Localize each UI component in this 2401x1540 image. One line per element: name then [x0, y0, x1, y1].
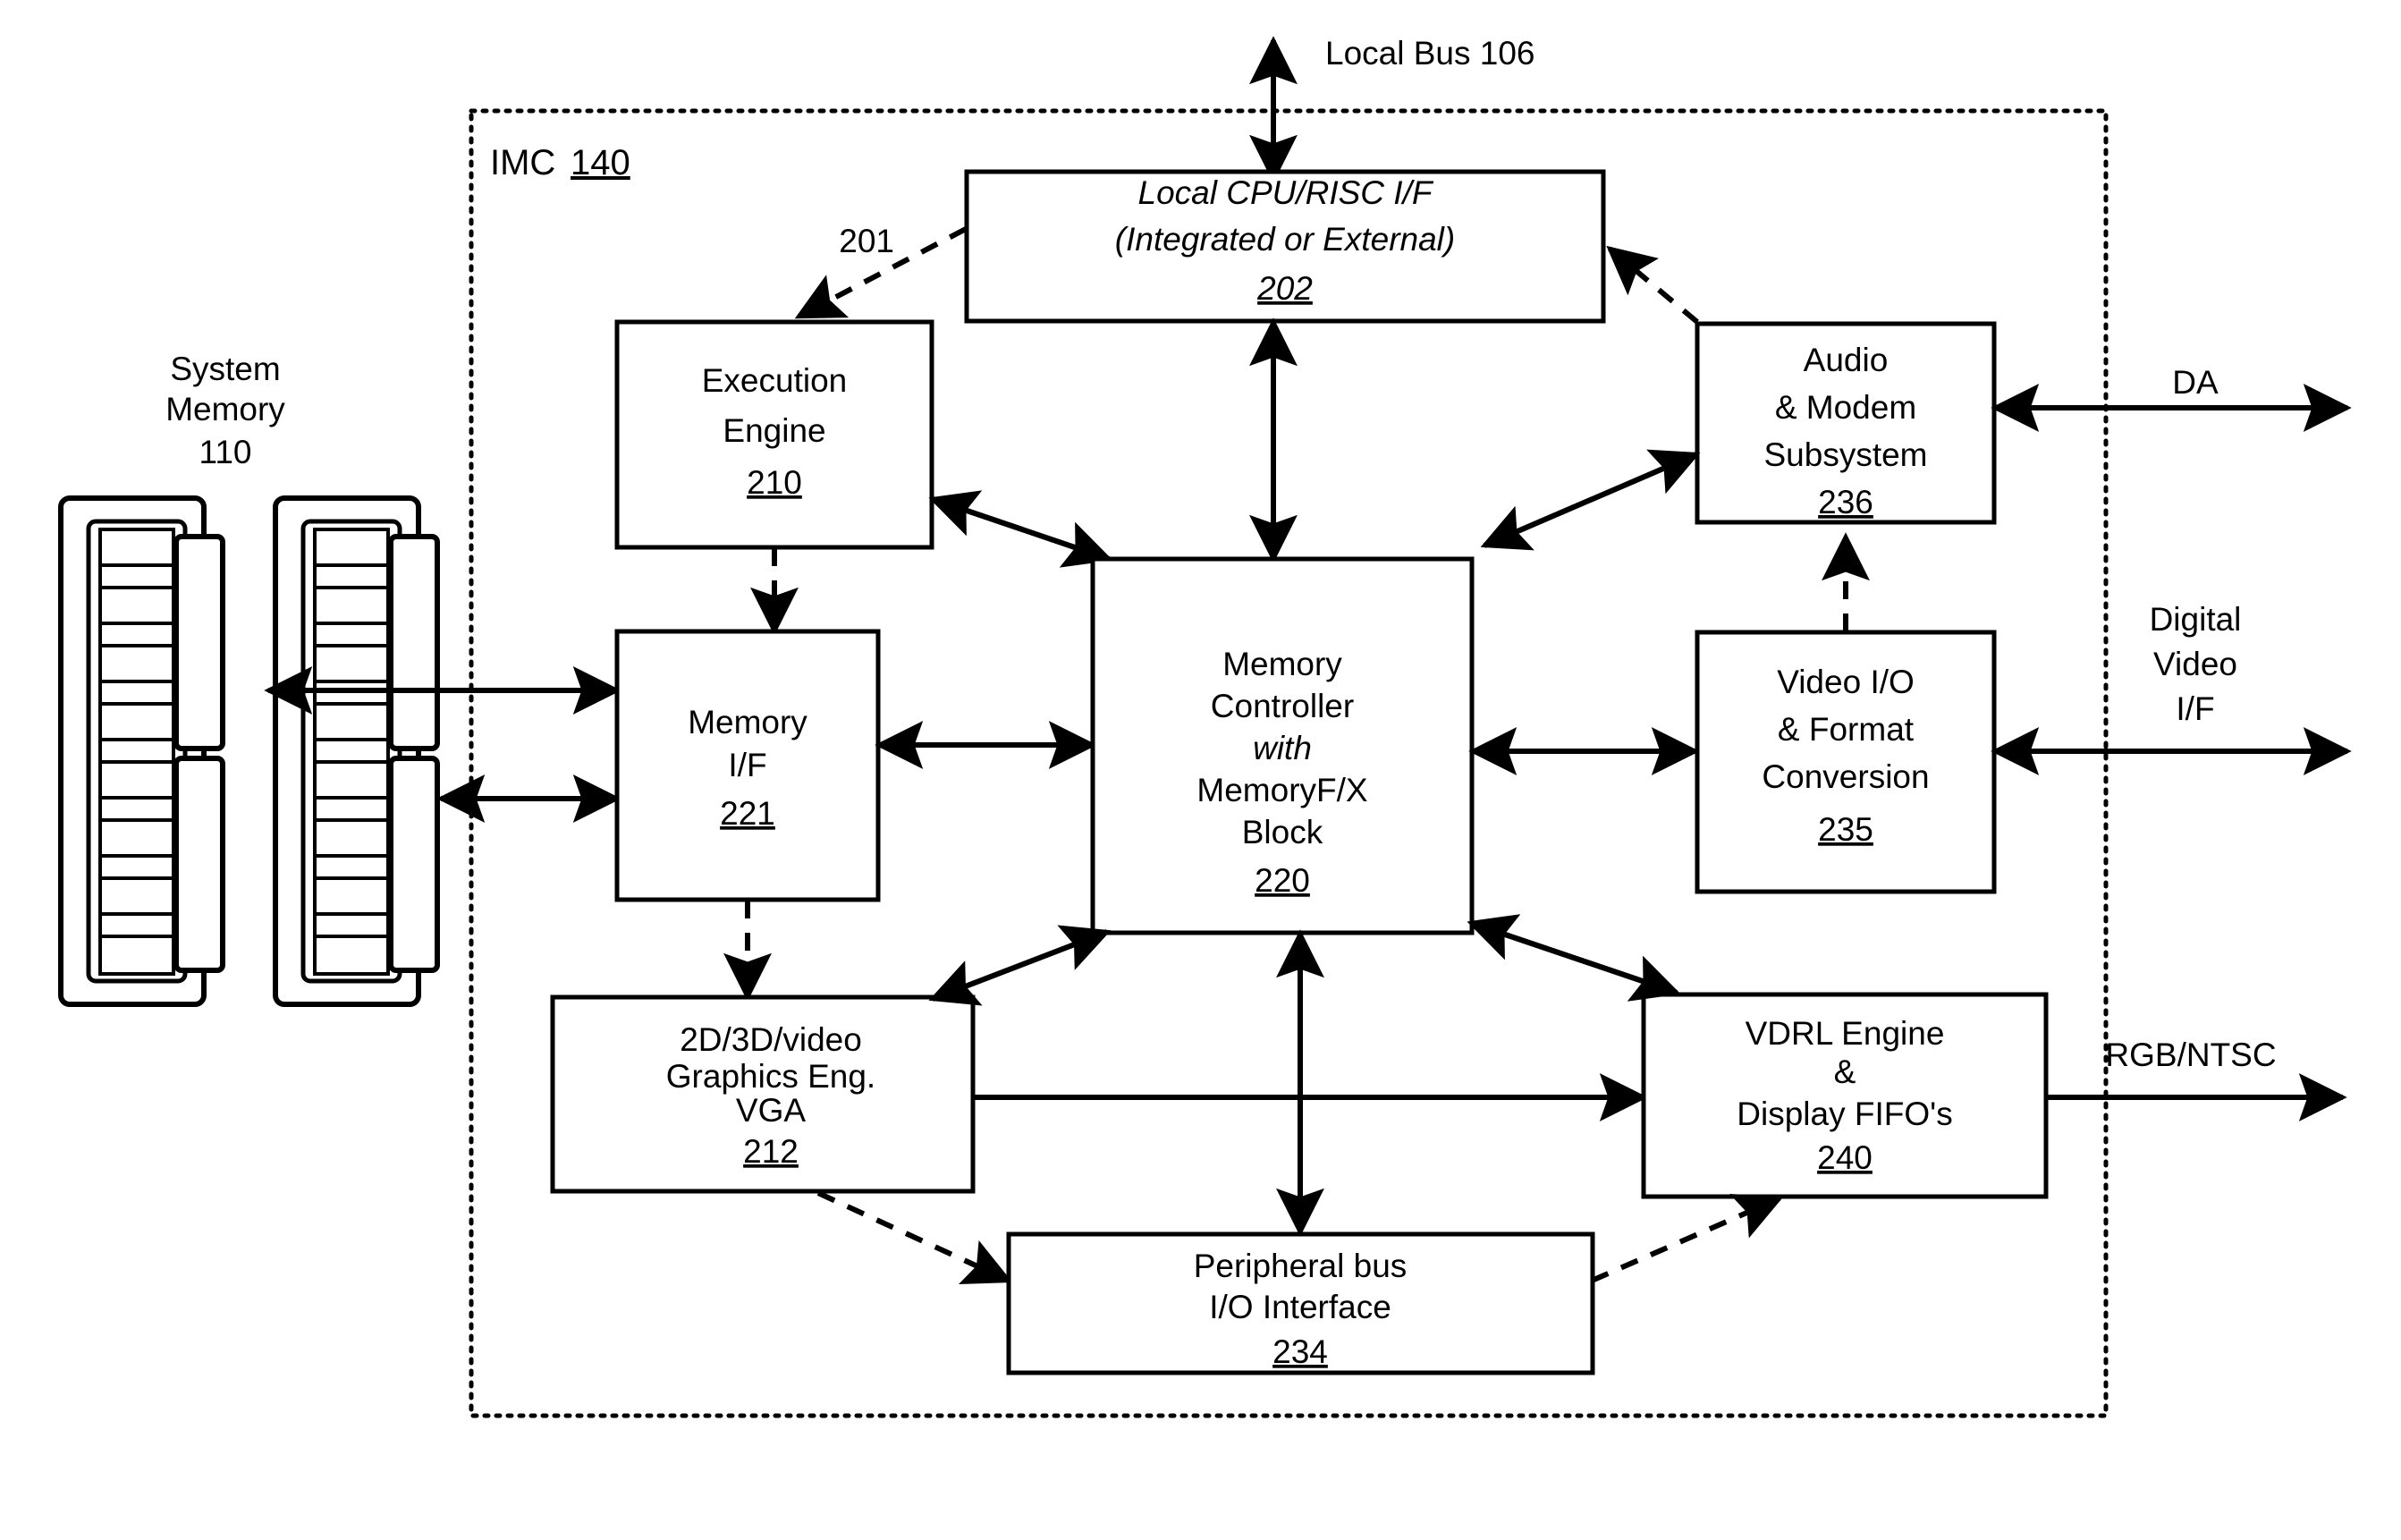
cpu-if-ref: 202: [1256, 270, 1313, 307]
video-io-label-line2: & Format: [1778, 711, 1915, 748]
rgb-ntsc-label: RGB/NTSC: [2105, 1037, 2276, 1073]
execution-engine-label-line2: Engine: [723, 412, 825, 449]
system-memory-label-line1: System: [170, 351, 280, 387]
da-port-label: DA: [2172, 364, 2219, 401]
video-io-label-line3: Conversion: [1762, 758, 1929, 795]
simm-module-1: [58, 495, 225, 1007]
graphics-to-peripheral-dashed-line: [816, 1190, 1013, 1284]
imc-boundary-label: IMC: [490, 143, 555, 182]
graphics-to-mc-arrow-back: [928, 929, 1109, 1006]
block-video-io-format-conversion[interactable]: Video I/O & Format Conversion 235: [1695, 630, 1997, 894]
peripheral-to-vdrl-dashed-line: [1590, 1194, 1784, 1283]
block-audio-modem-subsystem[interactable]: Audio & Modem Subsystem 236: [1695, 321, 1997, 525]
figure-canvas: System Memory 110 IMC 140 Local Bus 106 …: [0, 0, 2401, 1540]
peripheral-bus-label-line2: I/O Interface: [1209, 1289, 1391, 1325]
graphics-engine-ref: 212: [743, 1133, 799, 1170]
vdrl-label-line3: Display FIFO's: [1737, 1096, 1952, 1132]
peripheral-bus-label-line1: Peripheral bus: [1194, 1248, 1408, 1284]
video-io-ref: 235: [1818, 811, 1873, 848]
audio-modem-ref: 236: [1818, 484, 1873, 520]
cpu-if-label-line1: Local CPU/RISC I/F: [1138, 174, 1434, 211]
block-memory-controller[interactable]: Memory Controller with MemoryF/X Block 2…: [1090, 556, 1475, 935]
memory-controller-label-line2: Controller: [1211, 688, 1354, 724]
digital-video-label-line1: Digital: [2150, 601, 2242, 638]
digital-video-label-line3: I/F: [2176, 690, 2214, 727]
memory-controller-label-line1: Memory: [1222, 646, 1342, 682]
memory-controller-label-line4: MemoryF/X: [1196, 772, 1367, 808]
video-io-label-line1: Video I/O: [1777, 664, 1915, 700]
memory-if-label-line1: Memory: [688, 704, 807, 740]
memory-controller-label-line3: with: [1253, 730, 1312, 766]
memory-controller-ref: 220: [1255, 862, 1310, 899]
peripheral-bus-ref: 234: [1272, 1333, 1328, 1370]
audio-to-cpu-dashed-line: [1606, 245, 1699, 325]
system-memory-ref: 110: [199, 434, 252, 470]
vdrl-ref: 240: [1817, 1139, 1873, 1176]
memory-controller-label-line5: Block: [1242, 814, 1323, 850]
imc-block-diagram: System Memory 110 IMC 140 Local Bus 106 …: [58, 35, 2352, 1418]
memory-if-ref: 221: [720, 795, 775, 832]
ee-to-mc-arrow-back: [928, 490, 1110, 562]
execution-engine-ref: 210: [747, 464, 802, 501]
block-memory-interface[interactable]: Memory I/F 221: [614, 629, 881, 902]
digital-video-label-line2: Video: [2153, 646, 2237, 682]
execution-engine-label-line1: Execution: [702, 362, 848, 399]
system-memory-label-line2: Memory: [165, 391, 285, 427]
mc-to-vdrl-arrow-back: [1467, 914, 1678, 995]
block-graphics-engine[interactable]: 2D/3D/video Graphics Eng. VGA 212: [550, 994, 976, 1194]
vdrl-label-line2: &: [1834, 1053, 1856, 1090]
cpu-if-label-line2: (Integrated or External): [1115, 221, 1455, 258]
imc-boundary-ref: 140: [571, 143, 630, 182]
audio-modem-label-line2: & Modem: [1775, 389, 1916, 426]
audio-modem-label-line3: Subsystem: [1763, 436, 1927, 473]
block-cpu-risc-interface[interactable]: Local CPU/RISC I/F (Integrated or Extern…: [964, 169, 1606, 324]
block-peripheral-bus-io[interactable]: Peripheral bus I/O Interface 234: [1006, 1231, 1595, 1375]
graphics-engine-label-line1: 2D/3D/video: [680, 1021, 862, 1058]
memory-if-label-line2: I/F: [728, 747, 766, 783]
vdrl-label-line1: VDRL Engine: [1746, 1015, 1945, 1052]
local-bus-label: Local Bus 106: [1325, 35, 1535, 72]
audio-modem-label-line1: Audio: [1804, 342, 1889, 378]
graphics-engine-label-line3: VGA: [736, 1092, 806, 1129]
audio-to-mc-arrow-back: [1483, 449, 1701, 548]
graphics-engine-label-line2: Graphics Eng.: [666, 1058, 875, 1095]
block-vdrl-engine[interactable]: VDRL Engine & Display FIFO's 240: [1641, 992, 2049, 1199]
callout-201-label: 201: [839, 223, 894, 259]
block-execution-engine[interactable]: Execution Engine 210: [614, 319, 934, 550]
simm-module-2: [273, 495, 440, 1007]
system-memory-group: [58, 495, 440, 1007]
